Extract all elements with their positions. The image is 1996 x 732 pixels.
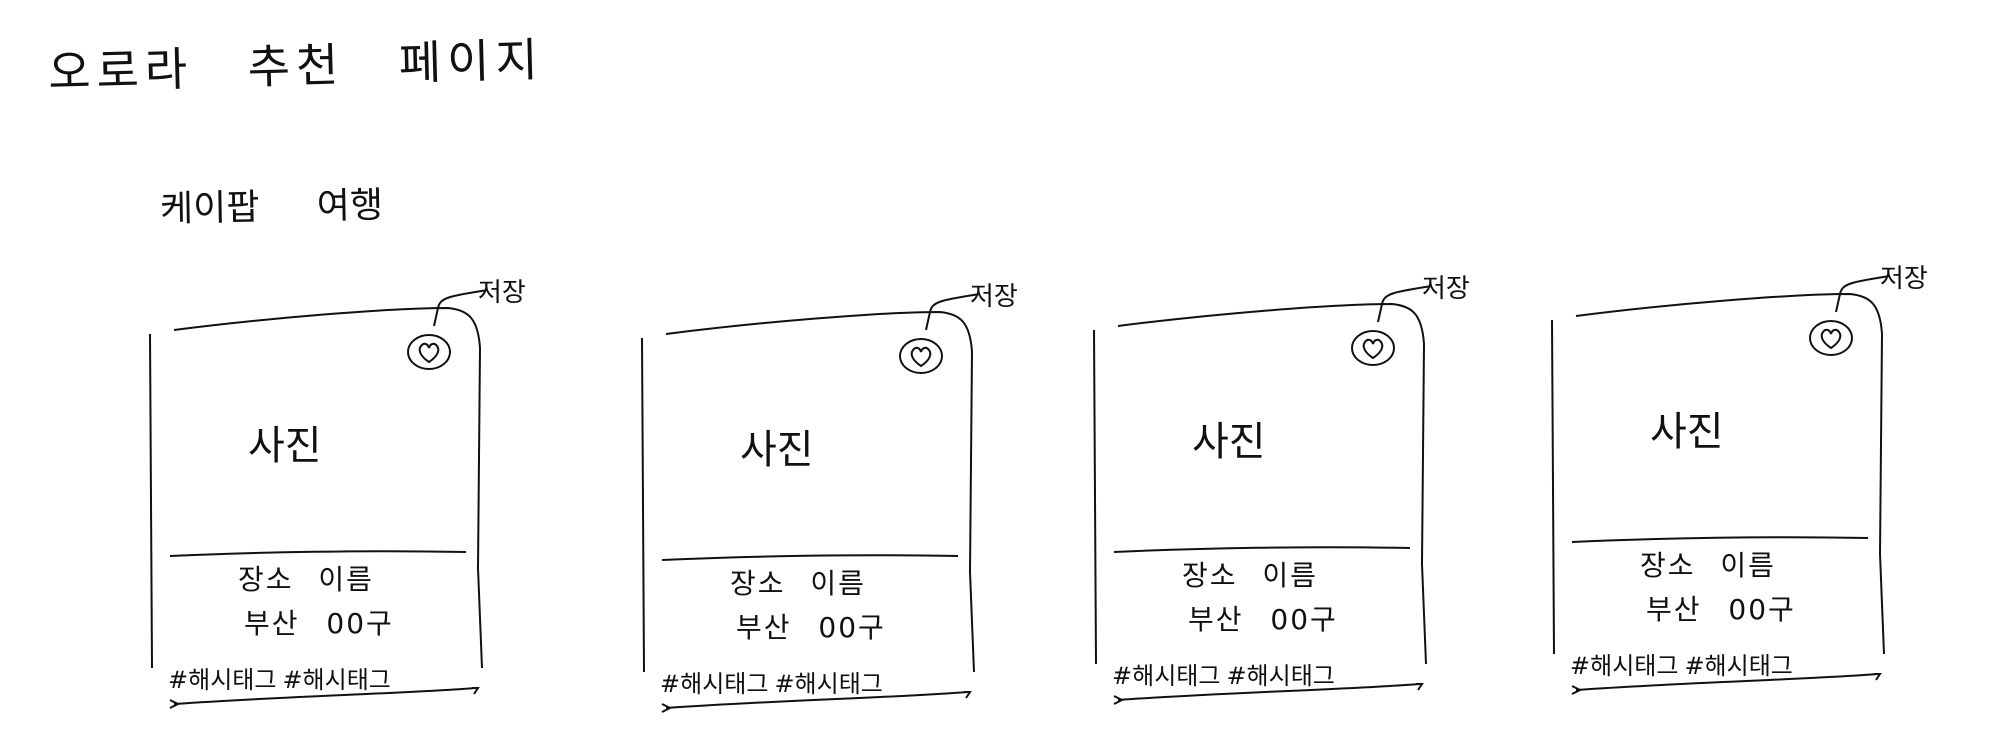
save-label: 저장 [1880, 264, 1928, 294]
save-heart-button[interactable] [898, 336, 944, 376]
hashtag[interactable]: #해시태그 [1570, 652, 1678, 680]
save-label: 저장 [1422, 274, 1470, 304]
place-location: 부산 00구 [1188, 603, 1338, 636]
recommendation-card[interactable]: 저장 사진 장소 이름 부산 00구 #해시태그 #해시태그 [640, 272, 1018, 732]
hashtag[interactable]: #해시태그 [168, 666, 276, 694]
save-heart-button[interactable] [1808, 318, 1854, 358]
heart-icon [1351, 330, 1395, 366]
place-location: 부산 00구 [736, 611, 886, 644]
place-location: 부산 00구 [1646, 593, 1796, 626]
hashtag[interactable]: #해시태그 [1112, 662, 1220, 690]
place-location: 부산 00구 [244, 607, 394, 640]
hashtag[interactable]: #해시태그 [774, 670, 882, 698]
photo-placeholder: 사진 [1192, 419, 1266, 465]
photo-placeholder: 사진 [1650, 409, 1724, 455]
hashtag-list: #해시태그 #해시태그 [660, 664, 889, 699]
save-label: 저장 [478, 278, 526, 308]
heart-icon [899, 338, 943, 374]
photo-placeholder: 사진 [248, 423, 322, 469]
hashtag-list: #해시태그 #해시태그 [168, 660, 397, 695]
recommendation-card[interactable]: 저장 사진 장소 이름 부산 00구 #해시태그 #해시태그 [1092, 264, 1470, 724]
hashtag[interactable]: #해시태그 [660, 670, 768, 698]
recommendation-card[interactable]: 저장 사진 장소 이름 부산 00구 #해시태그 #해시태그 [1550, 254, 1928, 714]
heart-icon [407, 334, 451, 370]
place-name: 장소 이름 [730, 567, 866, 600]
place-name: 장소 이름 [1182, 559, 1318, 592]
save-heart-button[interactable] [1350, 328, 1396, 368]
place-name: 장소 이름 [1640, 549, 1776, 582]
hashtag[interactable]: #해시태그 [282, 666, 390, 694]
save-heart-button[interactable] [406, 332, 452, 372]
heart-icon [1809, 320, 1853, 356]
save-label: 저장 [970, 282, 1018, 312]
place-name: 장소 이름 [238, 563, 374, 596]
hashtag-list: #해시태그 #해시태그 [1570, 646, 1799, 681]
recommendation-card[interactable]: 저장 사진 장소 이름 부산 00구 #해시태그 #해시태그 [148, 268, 526, 728]
hashtag[interactable]: #해시태그 [1226, 662, 1334, 690]
photo-placeholder: 사진 [740, 427, 814, 473]
hashtag-list: #해시태그 #해시태그 [1112, 656, 1341, 691]
page-title: 오로라 추천 페이지 [47, 32, 545, 100]
hashtag[interactable]: #해시태그 [1684, 652, 1792, 680]
section-title: 케이팝 여행 [159, 185, 384, 230]
